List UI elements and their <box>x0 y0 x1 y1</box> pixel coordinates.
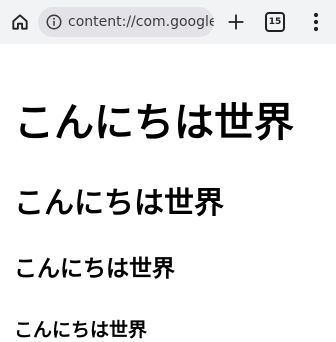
browser-toolbar: content://com.google.an 15 <box>0 0 336 44</box>
url-text[interactable]: content://com.google.an <box>68 14 214 30</box>
heading-2: こんにちは世界 <box>14 186 224 221</box>
plus-icon <box>228 14 244 30</box>
new-tab-button[interactable] <box>224 10 248 34</box>
heading-3: こんにちは世界 <box>14 256 175 282</box>
home-button[interactable] <box>8 10 32 34</box>
tab-count: 15 <box>268 17 282 27</box>
heading-4: こんにちは世界 <box>14 319 148 341</box>
home-icon <box>12 14 28 30</box>
more-vertical-icon <box>313 12 319 32</box>
heading-1: こんにちは世界 <box>14 100 294 146</box>
page-content: こんにちは世界 こんにちは世界 こんにちは世界 こんにちは世界 <box>0 44 336 341</box>
more-menu-button[interactable] <box>304 10 328 34</box>
tab-switcher-button[interactable]: 15 <box>265 12 285 32</box>
info-icon[interactable] <box>44 12 64 32</box>
address-bar[interactable]: content://com.google.an <box>38 7 214 37</box>
